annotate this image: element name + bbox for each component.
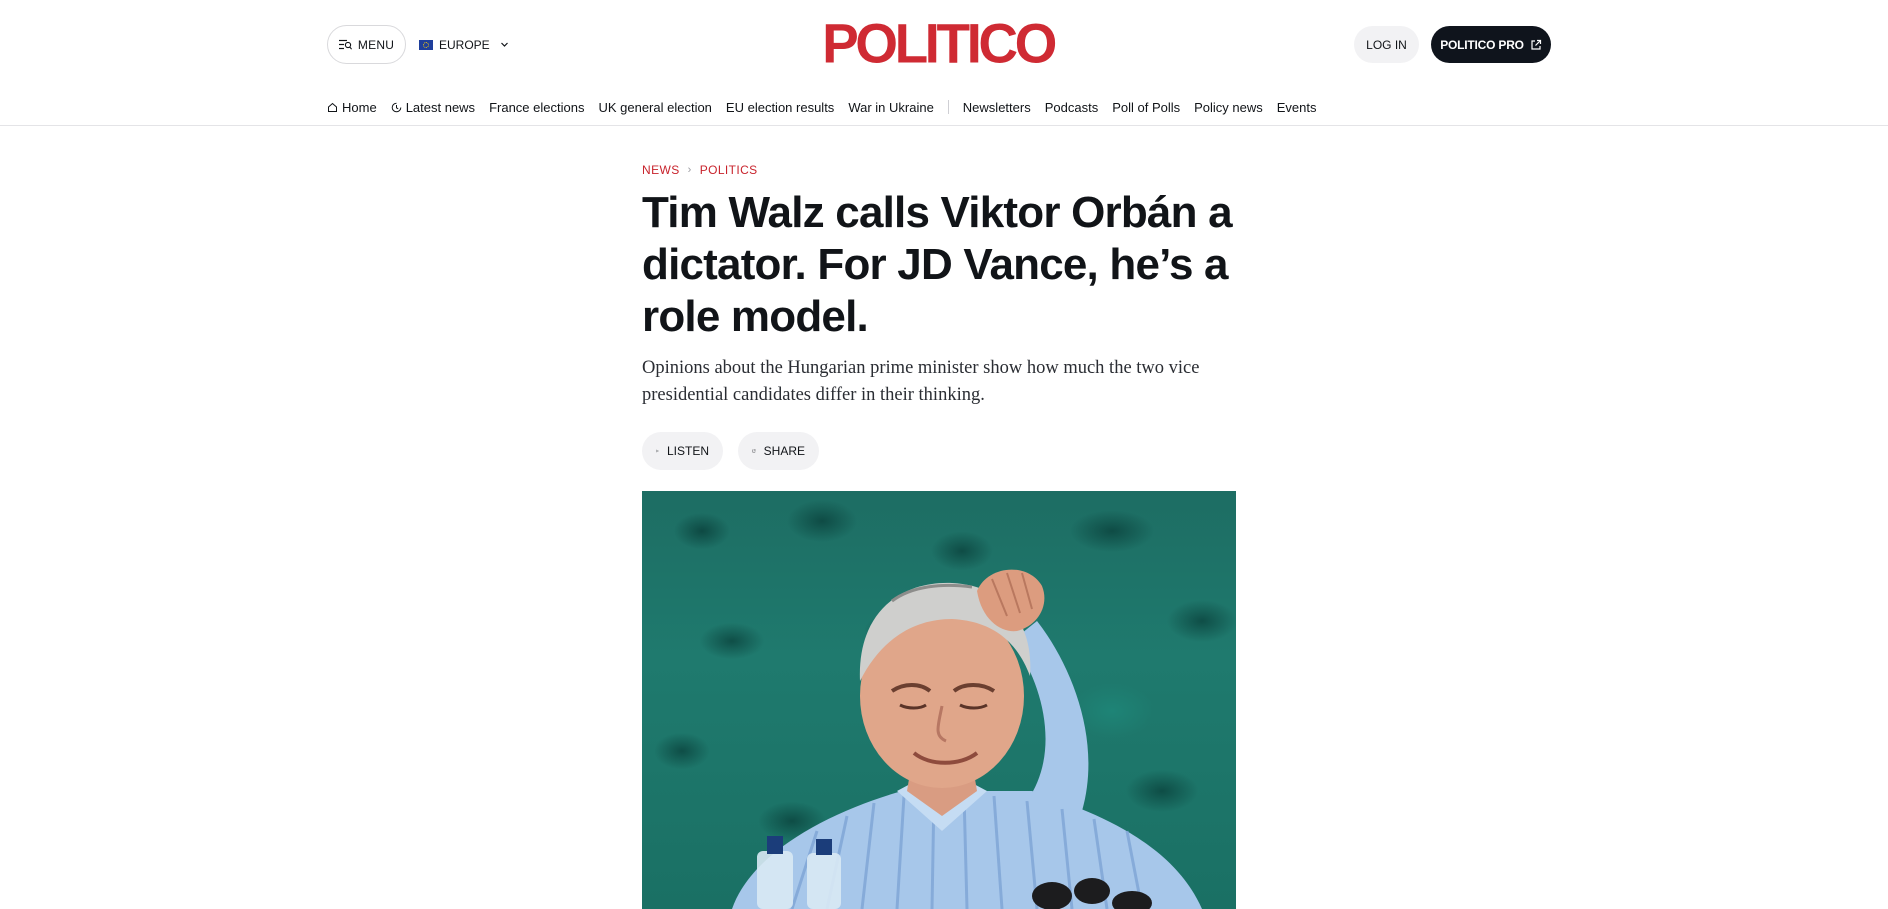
nav-item-home[interactable]: Home bbox=[327, 100, 377, 115]
nav-item-newsletters[interactable]: Newsletters bbox=[963, 100, 1031, 115]
nav-item-france-elections[interactable]: France elections bbox=[489, 100, 584, 115]
nav-item-latest-news[interactable]: Latest news bbox=[391, 100, 475, 115]
play-icon bbox=[656, 449, 659, 453]
chevron-right-icon: › bbox=[687, 164, 692, 176]
eu-flag-icon bbox=[419, 39, 433, 50]
site-header: MENU EUROPE POLITICO LOG IN POLITICO PRO bbox=[0, 0, 1888, 88]
photo-illustration bbox=[732, 569, 1202, 909]
region-selector[interactable]: EUROPE bbox=[419, 25, 509, 64]
external-link-icon bbox=[1531, 39, 1541, 50]
article-headline: Tim Walz calls Viktor Orbán a dictator. … bbox=[642, 188, 1233, 341]
politico-logo[interactable]: POLITICO bbox=[819, 15, 1057, 71]
menu-label: MENU bbox=[357, 37, 395, 52]
share-button[interactable]: SHARE bbox=[738, 432, 819, 470]
menu-button[interactable]: MENU bbox=[327, 25, 406, 64]
nav-item-label: Latest news bbox=[405, 99, 476, 115]
nav-item-podcasts[interactable]: Podcasts bbox=[1045, 100, 1098, 115]
nav-item-poll-of-polls[interactable]: Poll of Polls bbox=[1112, 100, 1180, 115]
region-label: EUROPE bbox=[439, 37, 490, 52]
nav-item-policy-news[interactable]: Policy news bbox=[1194, 100, 1263, 115]
share-label: SHARE bbox=[763, 444, 805, 458]
politico-pro-button[interactable]: POLITICO PRO bbox=[1431, 26, 1551, 63]
politico-pro-label: POLITICO PRO bbox=[1440, 37, 1524, 52]
nav-item-eu-election-results[interactable]: EU election results bbox=[726, 100, 834, 115]
nav-item-events[interactable]: Events bbox=[1277, 100, 1317, 115]
listen-label: LISTEN bbox=[666, 444, 709, 458]
nav-divider bbox=[947, 100, 949, 114]
primary-nav: Home Latest news France elections UK gen… bbox=[0, 88, 1888, 126]
listen-button[interactable]: LISTEN bbox=[642, 432, 723, 470]
breadcrumb-news[interactable]: NEWS bbox=[642, 163, 680, 177]
login-button[interactable]: LOG IN bbox=[1354, 26, 1419, 63]
chevron-down-icon bbox=[500, 42, 508, 47]
article-hero-photo bbox=[642, 491, 1236, 909]
nav-item-war-in-ukraine[interactable]: War in Ukraine bbox=[848, 100, 933, 115]
home-icon bbox=[328, 102, 337, 112]
article-dek: Opinions about the Hungarian prime minis… bbox=[642, 358, 1200, 405]
menu-search-icon bbox=[338, 39, 352, 50]
clock-icon bbox=[391, 102, 401, 112]
nav-item-uk-general-election[interactable]: UK general election bbox=[598, 100, 711, 115]
share-icon bbox=[752, 449, 756, 453]
breadcrumb: NEWS › POLITICS bbox=[642, 163, 758, 177]
nav-item-label: Home bbox=[342, 99, 377, 115]
breadcrumb-politics[interactable]: POLITICS bbox=[700, 163, 758, 177]
